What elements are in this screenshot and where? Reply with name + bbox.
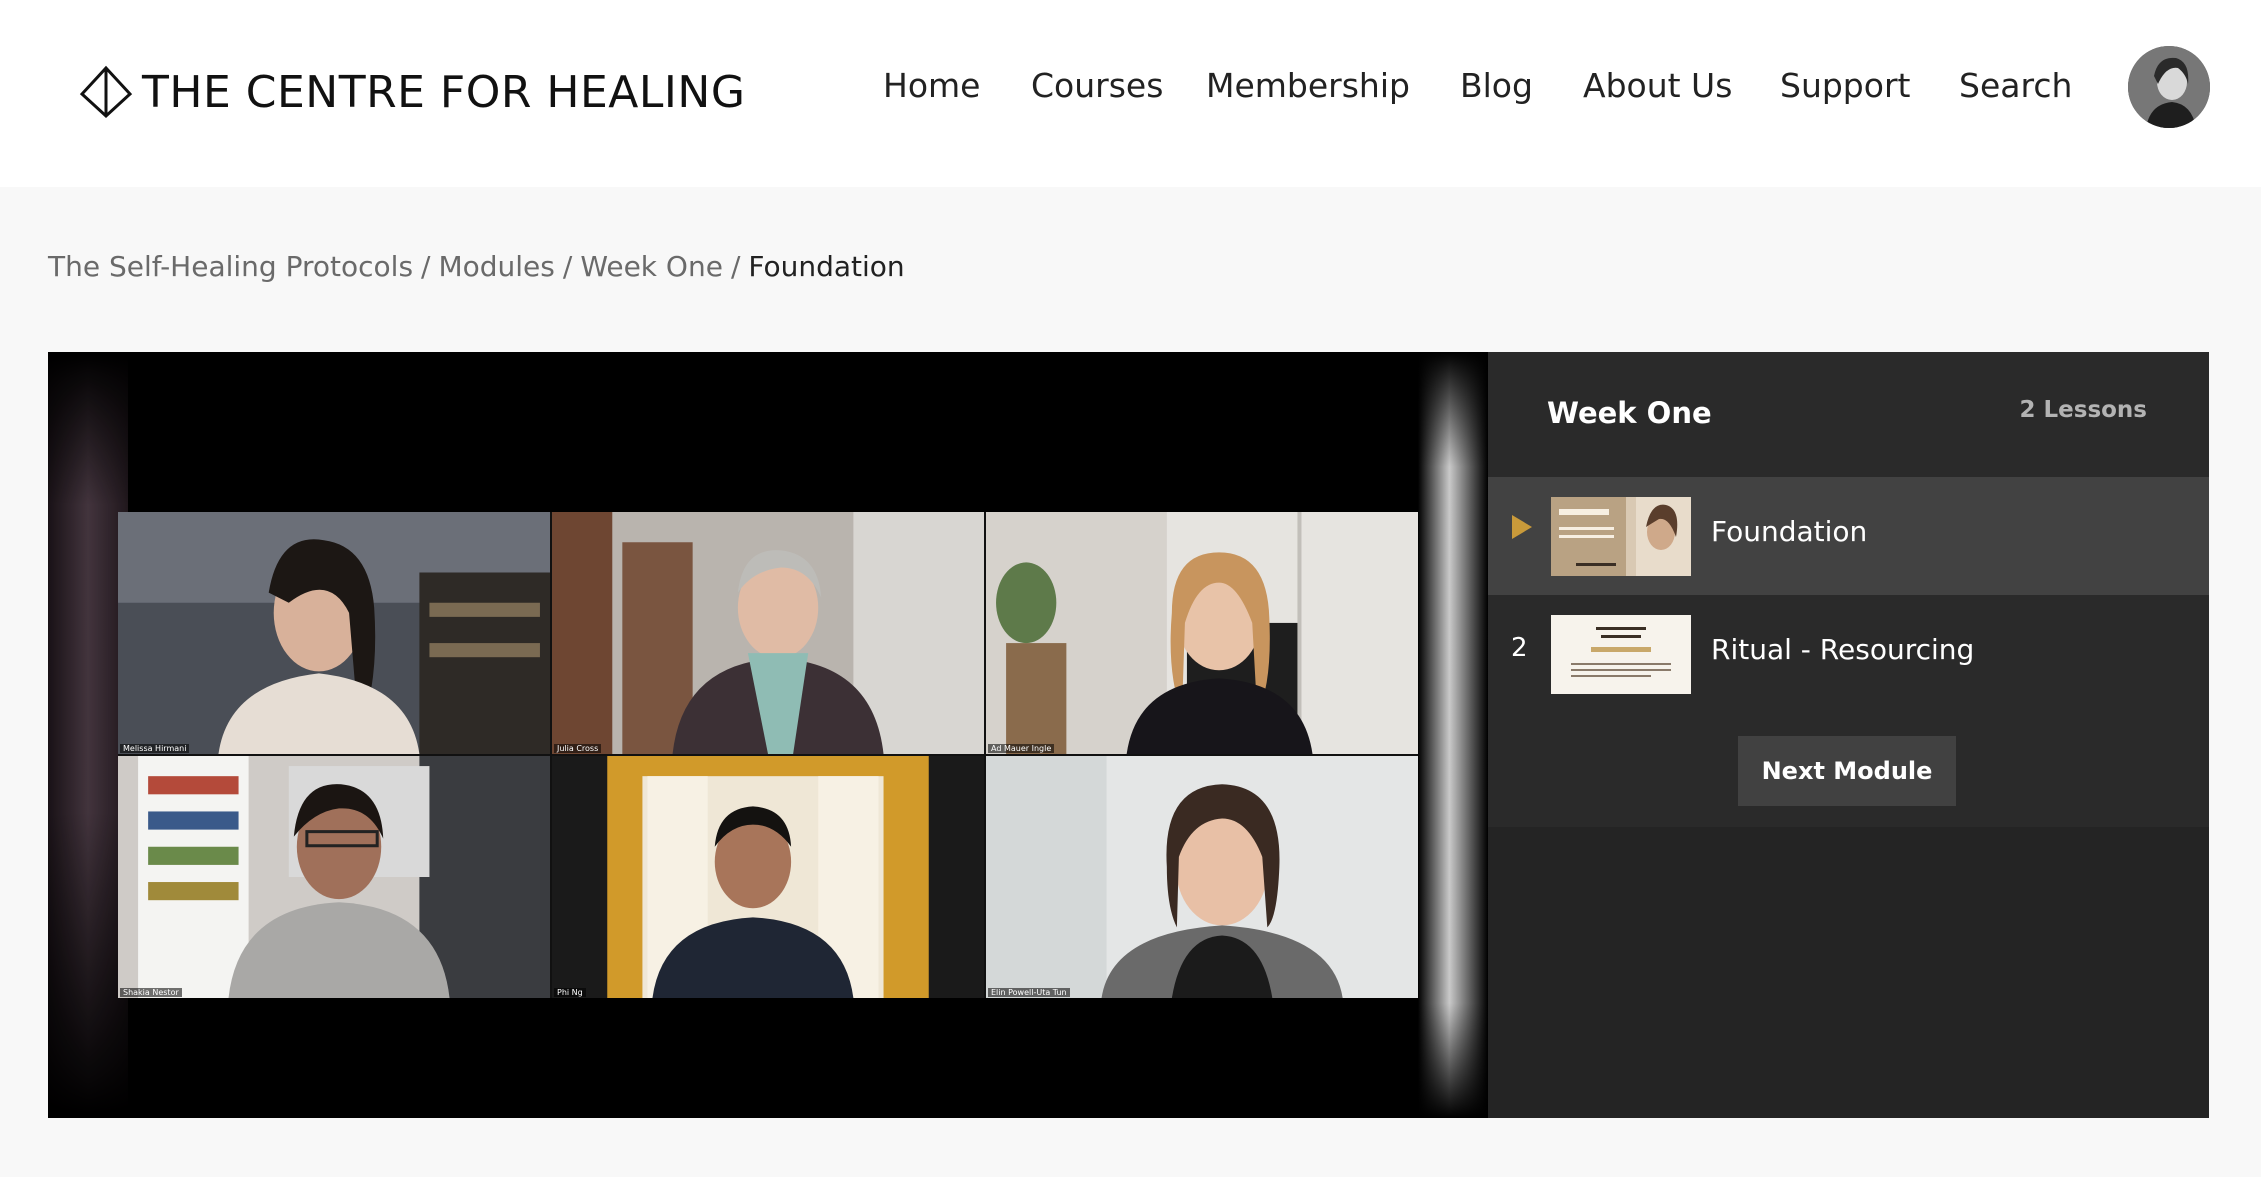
next-module-button[interactable]: Next Module	[1738, 736, 1956, 806]
lesson-number: 2	[1511, 633, 1528, 663]
breadcrumb-modules[interactable]: Modules	[438, 250, 554, 283]
lesson-thumbnail-image-icon	[1551, 615, 1691, 694]
sidebar-header: Week One 2 Lessons	[1488, 352, 2209, 477]
breadcrumb: The Self-Healing Protocols / Modules / Week …	[48, 250, 905, 283]
play-icon	[1512, 515, 1532, 539]
participant-name: Shakia Nestor	[120, 988, 182, 997]
lesson-thumbnail	[1551, 497, 1691, 576]
lesson-item[interactable]: Foundation	[1488, 477, 2209, 595]
participant-name: Julia Cross	[554, 744, 602, 753]
participant-name: Elin Powell-Uta Tun	[988, 988, 1070, 997]
breadcrumb-course[interactable]: The Self-Healing Protocols	[48, 250, 413, 283]
participant-name: Phi Ng	[554, 988, 586, 997]
breadcrumb-separator: /	[421, 250, 431, 283]
lesson-title: Foundation	[1711, 515, 1868, 548]
nav-membership[interactable]: Membership	[1206, 60, 1410, 112]
participant-tile: Elin Powell-Uta Tun	[986, 756, 1418, 998]
participant-tile: Ad Mauer Ingle	[986, 512, 1418, 754]
lesson-thumbnail-image-icon	[1551, 497, 1691, 576]
lesson-sidebar: Week One 2 Lessons Foundation 2 Ritual -…	[1488, 352, 2209, 1118]
video-edge-right	[1418, 352, 1488, 1118]
lesson-count: 2 Lessons	[2019, 397, 2147, 423]
breadcrumb-current: Foundation	[748, 250, 905, 283]
nav-search[interactable]: Search	[1959, 60, 2072, 112]
participant-tile: Shakia Nestor	[118, 756, 550, 998]
user-avatar[interactable]	[2128, 46, 2210, 128]
lesson-item[interactable]: 2 Ritual - Resourcing	[1488, 595, 2209, 713]
breadcrumb-week[interactable]: Week One	[580, 250, 723, 283]
participant-video-icon	[118, 756, 550, 998]
module-title: Week One	[1547, 396, 1712, 430]
participant-video-icon	[986, 756, 1418, 998]
participant-name: Ad Mauer Ingle	[988, 744, 1055, 753]
video-call-grid: Melissa Hirmani Julia Cross Ad Mauer Ing…	[118, 512, 1418, 998]
participant-video-icon	[986, 512, 1418, 754]
breadcrumb-separator: /	[730, 250, 741, 283]
lesson-thumbnail	[1551, 615, 1691, 694]
avatar-photo-icon	[2128, 46, 2210, 128]
nav-blog[interactable]: Blog	[1460, 60, 1533, 112]
participant-video-icon	[552, 512, 984, 754]
participant-tile: Melissa Hirmani	[118, 512, 550, 754]
sidebar-empty-area	[1488, 827, 2209, 1118]
video-edge-left	[48, 352, 128, 1118]
nav-about-us[interactable]: About Us	[1583, 60, 1732, 112]
nav-courses[interactable]: Courses	[1031, 60, 1163, 112]
nav-home[interactable]: Home	[883, 60, 980, 112]
site-header: THE CENTRE FOR HEALING Home Courses Memb…	[0, 0, 2261, 187]
participant-video-icon	[118, 512, 550, 754]
video-player[interactable]: Melissa Hirmani Julia Cross Ad Mauer Ing…	[48, 352, 1488, 1118]
participant-video-icon	[552, 756, 984, 998]
breadcrumb-separator: /	[562, 250, 573, 283]
participant-tile: Phi Ng	[552, 756, 984, 998]
participant-name: Melissa Hirmani	[120, 744, 190, 753]
participant-tile: Julia Cross	[552, 512, 984, 754]
nav-support[interactable]: Support	[1780, 60, 1910, 112]
lesson-title: Ritual - Resourcing	[1711, 633, 1975, 666]
main-nav: Home Courses Membership Blog About Us Su…	[0, 60, 2261, 112]
